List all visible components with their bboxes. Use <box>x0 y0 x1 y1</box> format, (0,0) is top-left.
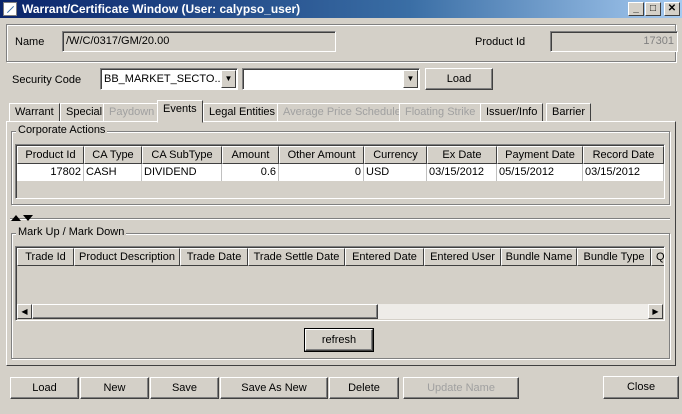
corporate-actions-table[interactable]: Product Id CA Type CA SubType Amount Oth… <box>15 144 665 199</box>
column-header[interactable]: Other Amount <box>279 146 364 164</box>
markup-table[interactable]: Trade Id Product Description Trade Date … <box>15 246 665 321</box>
save-as-new-button[interactable]: Save As New <box>220 377 328 399</box>
column-header[interactable]: Bundle Name <box>501 248 577 266</box>
column-header[interactable]: Trade Settle Date <box>248 248 345 266</box>
title-bar[interactable]: Warrant/Certificate Window (User: calyps… <box>0 0 682 18</box>
column-header[interactable]: Trade Date <box>180 248 248 266</box>
cell-record-date[interactable]: 03/15/2012 <box>583 164 664 181</box>
tab-floating-strike: Floating Strike <box>399 103 482 122</box>
splitter-arrows-icon[interactable] <box>10 213 36 221</box>
close-window-button[interactable]: ✕ <box>664 2 680 16</box>
column-header[interactable]: CA Type <box>84 146 142 164</box>
close-button[interactable]: Close <box>603 376 679 399</box>
product-id-label: Product Id <box>475 36 526 48</box>
cell-payment-date[interactable]: 05/15/2012 <box>497 164 583 181</box>
name-field[interactable]: /W/C/0317/GM/20.00 <box>62 31 336 52</box>
column-header[interactable]: Payment Date <box>497 146 583 164</box>
corporate-actions-title: Corporate Actions <box>16 124 108 136</box>
load-security-button[interactable]: Load <box>425 68 493 90</box>
tab-legal-entities[interactable]: Legal Entities <box>203 103 282 122</box>
column-header[interactable]: Amount <box>222 146 279 164</box>
security-code-input[interactable]: ▼ <box>242 68 420 90</box>
save-button[interactable]: Save <box>150 377 219 399</box>
tab-warrant[interactable]: Warrant <box>9 103 60 122</box>
tab-events[interactable]: Events <box>157 100 203 123</box>
security-code-label: Security Code <box>12 74 82 86</box>
delete-button[interactable]: Delete <box>329 377 399 399</box>
tab-special[interactable]: Special <box>60 103 109 122</box>
refresh-button[interactable]: refresh <box>304 328 374 352</box>
cell-ex-date[interactable]: 03/15/2012 <box>427 164 497 181</box>
splitter-divider[interactable] <box>10 218 670 220</box>
column-header[interactable]: Product Description <box>74 248 180 266</box>
column-header[interactable]: Entered User <box>424 248 501 266</box>
column-header[interactable]: Product Id <box>17 146 84 164</box>
tab-average-price-schedule: Average Price Schedule <box>277 103 407 122</box>
column-header[interactable]: CA SubType <box>142 146 222 164</box>
window-title: Warrant/Certificate Window (User: calyps… <box>22 2 301 16</box>
column-header[interactable]: Q <box>651 248 664 266</box>
chevron-down-icon[interactable]: ▼ <box>221 70 236 88</box>
product-id-field: 17301 <box>550 31 678 52</box>
new-button[interactable]: New <box>80 377 149 399</box>
scroll-right-icon[interactable]: ▶ <box>648 304 663 319</box>
minimize-button[interactable]: _ <box>628 2 644 16</box>
cell-ca-subtype[interactable]: DIVIDEND <box>142 164 222 181</box>
scrollbar-thumb[interactable] <box>32 304 378 319</box>
security-code-value: BB_MARKET_SECTO... <box>104 73 224 85</box>
tab-paydown: Paydown <box>103 103 161 122</box>
security-code-combo[interactable]: BB_MARKET_SECTO... ▼ <box>100 68 238 90</box>
cell-amount[interactable]: 0.6 <box>222 164 279 181</box>
horizontal-scrollbar[interactable]: ◀ ▶ <box>17 304 663 319</box>
cell-product-id[interactable]: 17802 <box>17 164 84 181</box>
column-header[interactable]: Ex Date <box>427 146 497 164</box>
update-name-button: Update Name <box>403 377 519 399</box>
tab-barrier[interactable]: Barrier <box>546 103 592 122</box>
window-icon <box>3 2 17 16</box>
name-label: Name <box>15 36 45 48</box>
maximize-button[interactable]: □ <box>645 2 661 16</box>
chevron-down-icon[interactable]: ▼ <box>403 70 418 88</box>
cell-currency[interactable]: USD <box>364 164 427 181</box>
scroll-left-icon[interactable]: ◀ <box>17 304 32 319</box>
column-header[interactable]: Bundle Type <box>577 248 651 266</box>
column-header[interactable]: Record Date <box>583 146 664 164</box>
column-header[interactable]: Trade Id <box>17 248 74 266</box>
tab-issuer-info[interactable]: Issuer/Info <box>480 103 544 122</box>
column-header[interactable]: Entered Date <box>345 248 424 266</box>
markup-title: Mark Up / Mark Down <box>16 226 127 238</box>
load-button[interactable]: Load <box>10 377 79 399</box>
cell-other-amount[interactable]: 0 <box>279 164 364 181</box>
cell-ca-type[interactable]: CASH <box>84 164 142 181</box>
column-header[interactable]: Currency <box>364 146 427 164</box>
